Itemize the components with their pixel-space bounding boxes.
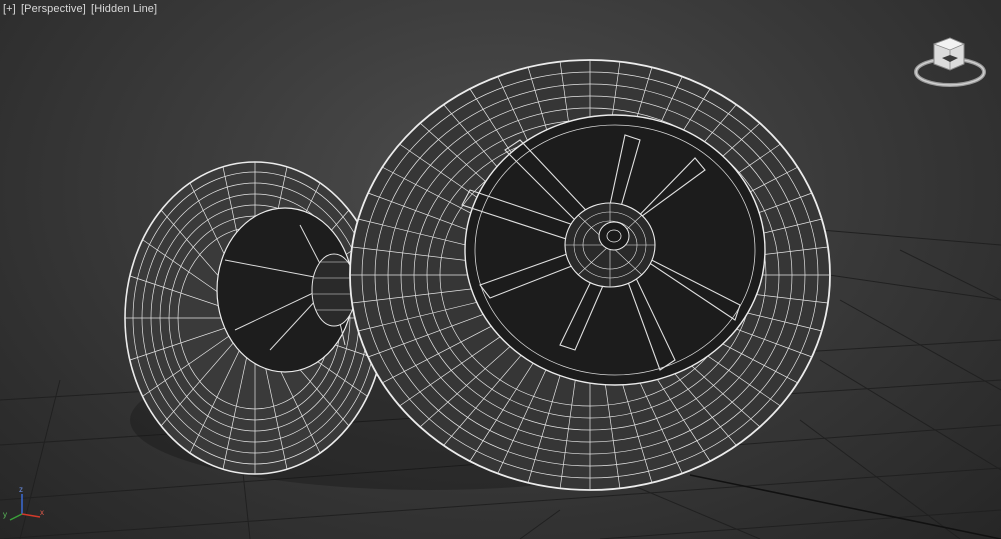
axis-z-label: z	[19, 485, 23, 494]
viewport-camera-label[interactable]: [Perspective]	[20, 3, 87, 15]
tire-right[interactable]	[349, 59, 831, 491]
tire-left[interactable]	[124, 161, 386, 475]
viewport-menu-label[interactable]: [+]	[2, 3, 17, 15]
viewport-label-bar: [+] [Perspective] [Hidden Line]	[2, 3, 158, 15]
viewport-scene[interactable]	[0, 0, 1001, 539]
perspective-viewport[interactable]: [+] [Perspective] [Hidden Line] z y x	[0, 0, 1001, 539]
axis-y-line	[9, 513, 23, 521]
axis-tripod-icon: z y x	[3, 485, 44, 521]
viewcube-icon[interactable]	[912, 32, 988, 94]
axis-x-line	[21, 513, 41, 518]
viewport-shading-label[interactable]: [Hidden Line]	[90, 3, 158, 15]
axis-x-label: x	[40, 508, 44, 517]
axis-y-label: y	[3, 510, 7, 519]
